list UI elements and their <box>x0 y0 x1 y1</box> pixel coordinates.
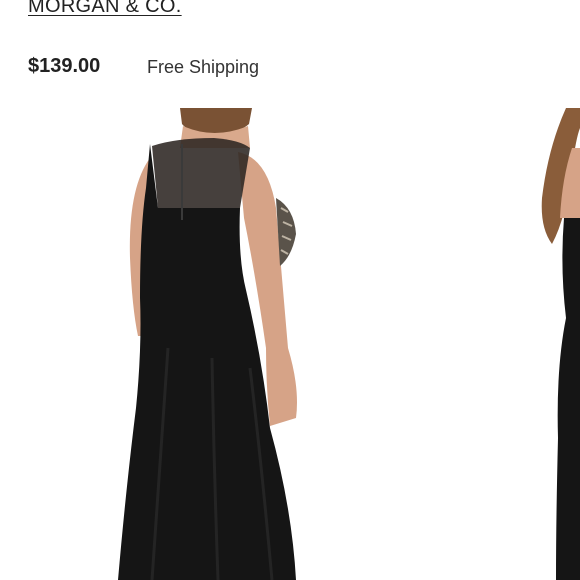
dress-back-view-image[interactable] <box>118 108 297 580</box>
brand-link[interactable]: MORGAN & CO. <box>28 0 182 18</box>
price: $139.00 <box>28 55 101 77</box>
dress-side-view-image-peek[interactable] <box>541 108 580 580</box>
dress-mesh-yoke <box>152 138 250 208</box>
product-image-carousel[interactable] <box>0 108 580 580</box>
product-page: MORGAN & CO. $139.00 Free Shipping <box>0 0 580 580</box>
peek-dress <box>556 218 580 580</box>
shipping-label: Free Shipping <box>147 57 260 77</box>
